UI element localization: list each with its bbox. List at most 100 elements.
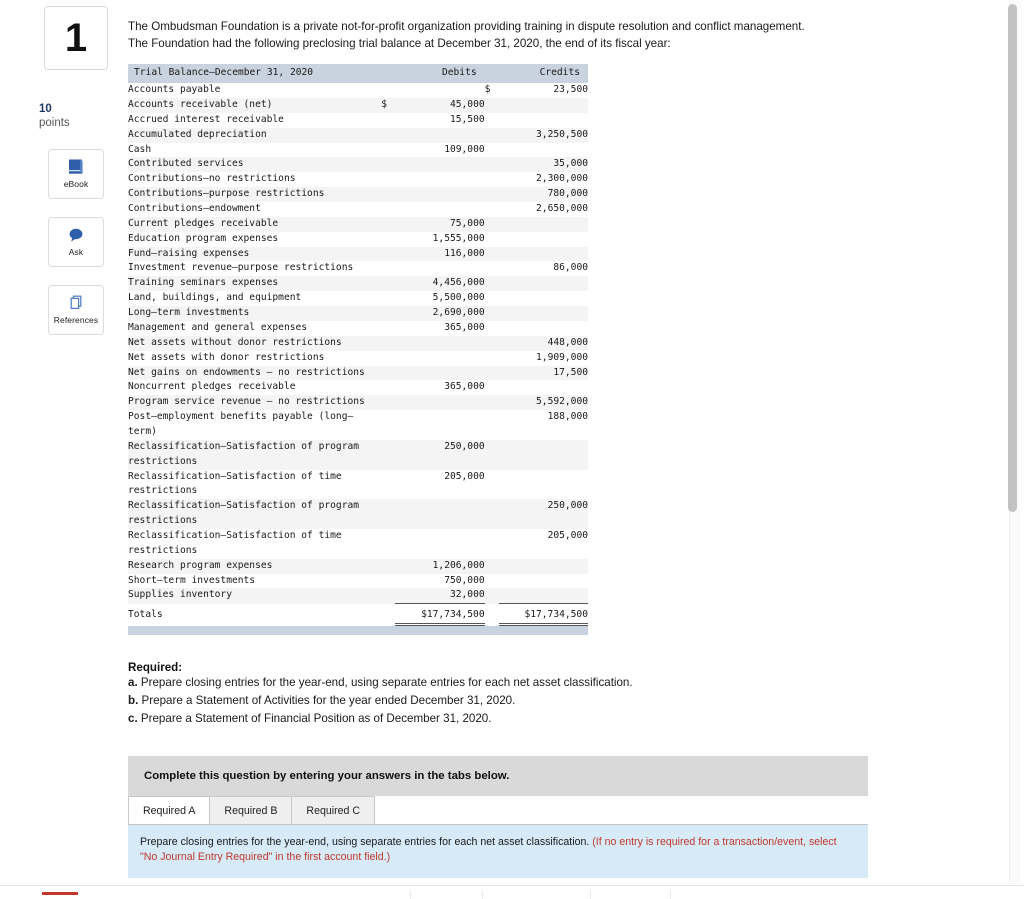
debit-value [395,336,484,351]
credit-value [499,291,588,306]
debit-value [395,202,484,217]
debit-value: 365,000 [444,321,485,333]
ebook-label: eBook [63,179,89,190]
points-block: 10 points [38,102,114,131]
debit-value: 205,000 [444,470,485,482]
debit-value: 5,500,000 [432,292,485,304]
debit-currency-symbol [381,217,395,232]
credit-currency-symbol [485,470,499,500]
references-button[interactable]: References [48,284,104,335]
required-marker-a: a. [128,676,138,690]
account-name: Net gains on endowments — no restriction… [128,366,365,378]
debit-value: 250,000 [444,440,485,452]
debit-value [395,261,484,276]
credit-value: 2,300,000 [536,173,588,185]
debit-value: 116,000 [444,247,485,259]
table-row: Accumulated depreciation 3,250,500 [128,127,588,143]
credit-currency-symbol [485,143,499,158]
credit-currency-symbol [485,232,499,247]
table-row: Reclassification—Satisfaction of program… [128,499,588,529]
table-row: Contributions—no restrictions 2,300,000 [128,172,588,188]
credit-value [499,588,588,603]
debit-value [395,157,484,172]
intro-text: The Ombudsman Foundation is a private no… [128,18,868,52]
vertical-scrollbar-thumb[interactable] [1008,4,1017,512]
account-name: Post—employment benefits payable (long—t… [128,411,354,437]
debit-currency-symbol [381,470,395,500]
credit-currency-symbol [485,395,499,410]
tab-required-b[interactable]: Required B [209,795,293,825]
account-name: Accounts receivable (net) [128,99,273,111]
table-row: Reclassification—Satisfaction of program… [128,439,588,470]
account-name: Current pledges receivable [128,217,279,229]
account-name: Accounts payable [128,84,221,96]
intro-line-2: The Foundation had the following preclos… [128,37,671,51]
table-row: Short—term investments 750,000 [128,573,588,589]
account-name: Accrued interest receivable [128,113,284,125]
table-row: Current pledges receivable 75,000 [128,216,588,232]
trial-balance-title: Trial Balance—December 31, 2020 [128,64,382,84]
totals-label: Totals [128,603,382,625]
ask-button[interactable]: Ask [48,216,104,267]
credit-value [499,276,588,291]
account-name: Net assets without donor restrictions [128,336,342,348]
debit-value [395,187,484,202]
debit-value [395,172,484,187]
credit-value [499,574,588,589]
question-number: 1 [64,16,88,60]
credit-currency-symbol [485,321,499,336]
debit-value: 32,000 [449,589,485,601]
credit-currency-symbol [485,410,499,440]
table-row: Contributed services 35,000 [128,157,588,173]
column-header-debits: Debits [395,64,485,84]
tab-required-a[interactable]: Required A [128,795,211,825]
account-name: Reclassification—Satisfaction of program… [128,500,360,527]
table-row: Contributions—purpose restrictions 780,00… [128,187,588,203]
chat-bubble-icon [69,229,83,242]
credit-value: 86,000 [553,262,588,274]
credit-value: 1,909,000 [536,351,588,363]
account-name: Contributions—purpose restrictions [128,188,325,200]
debit-currency-symbol [381,113,395,128]
ebook-button[interactable]: eBook [48,148,104,199]
ask-label: Ask [68,247,84,258]
debit-currency-symbol [381,261,395,276]
credit-value [499,217,588,232]
required-item-a: a. Prepare closing entries for the year-… [128,675,868,692]
debit-currency-symbol [381,588,395,603]
credit-value [499,440,588,470]
bottom-divider [670,890,671,899]
debit-currency-symbol [381,276,395,291]
debit-value [395,83,484,98]
table-row: Accounts payable $23,500 [128,83,588,99]
credit-currency-symbol [485,98,499,113]
credit-value: 17,500 [553,366,588,378]
tab-instruction-panel: Prepare closing entries for the year-end… [128,823,868,879]
active-tab-accent-indicator [42,892,78,895]
debit-currency-symbol [381,440,395,470]
account-name: Education program expenses [128,232,279,244]
account-name: Program service revenue — no restriction… [128,396,365,408]
table-row: Investment revenue—purpose restrictions 8… [128,261,588,277]
account-name: Reclassification—Satisfaction of program… [128,440,360,467]
debit-value [395,395,484,410]
account-name: Reclassification—Satisfaction of time re… [128,529,342,556]
table-row: Program service revenue — no restriction… [128,395,588,411]
table-row: Contributions—endowment 2,650,000 [128,202,588,217]
vertical-scrollbar-track[interactable] [1008,0,1021,884]
table-row: Net assets without donor restrictions 448… [128,335,588,351]
debit-currency-symbol [381,232,395,247]
tab-required-c[interactable]: Required C [291,795,376,825]
debit-value: 750,000 [444,574,485,586]
totals-spacer [381,603,396,625]
required-heading: Required: [128,661,183,675]
required-text-a: Prepare closing entries for the year-end… [137,676,633,690]
credit-currency-symbol [485,559,499,574]
debit-value [395,499,484,529]
debit-currency-symbol [381,143,395,158]
debit-value: 75,000 [449,217,485,229]
answer-area: Complete this question by entering your … [128,755,868,899]
debit-currency-symbol [381,247,395,262]
debit-currency-symbol [381,574,395,589]
debit-currency-symbol [381,395,395,410]
